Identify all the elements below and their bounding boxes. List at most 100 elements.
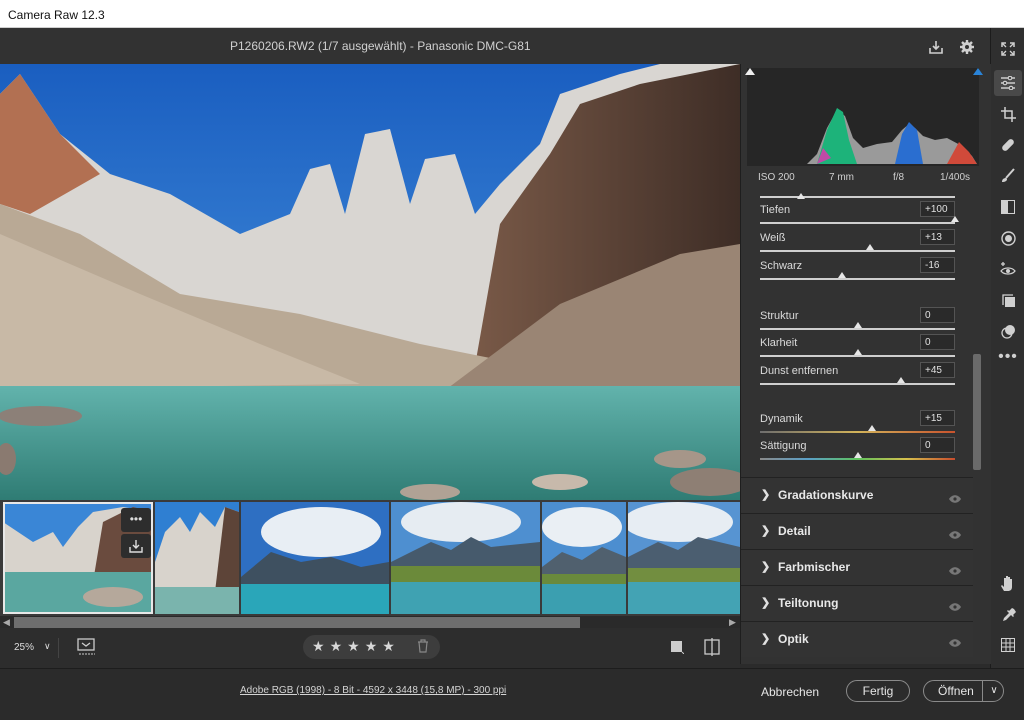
eye-icon[interactable]: [949, 490, 961, 508]
presets-icon[interactable]: [991, 318, 1024, 344]
slider-label: Tiefen: [760, 204, 791, 216]
eyedropper-icon[interactable]: [991, 601, 1024, 627]
hand-tool-icon[interactable]: [991, 570, 1024, 596]
slider-knob[interactable]: [897, 377, 906, 383]
section-gradationskurve[interactable]: ❯ Gradationskurve: [741, 477, 973, 513]
zoom-select[interactable]: 25% ∨: [8, 638, 59, 658]
grid-overlay-icon[interactable]: [991, 632, 1024, 658]
section-label: Farbmischer: [778, 560, 851, 574]
slider-value-field[interactable]: +15: [920, 410, 955, 426]
more-icon[interactable]: •••: [991, 344, 1024, 370]
slider-label: Schwarz: [760, 260, 803, 272]
slider-struktur[interactable]: Struktur 0: [760, 307, 955, 336]
graduated-filter-icon[interactable]: [991, 194, 1024, 220]
panel-scrollbar[interactable]: [973, 354, 981, 470]
delete-trash-icon[interactable]: [417, 639, 429, 658]
slider-knob[interactable]: [853, 349, 862, 355]
slider-value-field[interactable]: 0: [920, 437, 955, 453]
slider-knob[interactable]: [837, 272, 846, 278]
shadow-clipping-warning-icon[interactable]: [745, 68, 755, 75]
slider-value-field[interactable]: +13: [920, 229, 955, 245]
slider-value-field[interactable]: 0: [920, 307, 955, 323]
chevron-right-icon: ❯: [761, 561, 771, 573]
section-label: Gradationskurve: [778, 488, 874, 502]
slider-track[interactable]: [760, 355, 955, 357]
cancel-button[interactable]: Abbrechen: [761, 685, 819, 699]
slider-knob[interactable]: [951, 216, 959, 222]
thumbnail-3[interactable]: [241, 502, 389, 614]
rating-star-icon[interactable]: ★: [312, 639, 325, 653]
tool-rail: •••: [990, 28, 1024, 668]
slider-knob[interactable]: [853, 452, 862, 458]
section-detail[interactable]: ❯ Detail: [741, 513, 973, 549]
slider-dynamik[interactable]: Dynamik +15: [760, 410, 955, 439]
slider-track[interactable]: [760, 431, 955, 433]
open-button[interactable]: Öffnen ∨: [923, 680, 1004, 702]
slider-tiefen[interactable]: Tiefen +100: [760, 201, 959, 230]
slider-klarheit[interactable]: Klarheit 0: [760, 334, 955, 363]
partial-slider-knob[interactable]: [797, 193, 805, 199]
done-button[interactable]: Fertig: [846, 680, 910, 702]
main-photo-preview[interactable]: [0, 64, 740, 500]
slider-knob[interactable]: [853, 322, 862, 328]
open-dropdown-chevron-icon[interactable]: ∨: [982, 681, 1005, 701]
slider-knob[interactable]: [868, 425, 877, 431]
scroll-right-icon[interactable]: ▶: [729, 617, 736, 628]
thumbnail-4[interactable]: [391, 502, 540, 614]
slider-schwarz[interactable]: Schwarz -16: [760, 257, 955, 286]
thumbnail-2[interactable]: [155, 502, 239, 614]
section-optik[interactable]: ❯ Optik: [741, 621, 973, 657]
slider-knob[interactable]: [866, 244, 875, 250]
slider-track[interactable]: [760, 278, 955, 280]
edit-sliders-icon[interactable]: [994, 70, 1022, 96]
rating-star-icon[interactable]: ★: [330, 639, 343, 653]
slider-value-field[interactable]: -16: [920, 257, 955, 273]
fullscreen-icon[interactable]: [991, 36, 1024, 62]
red-eye-icon[interactable]: [991, 256, 1024, 282]
slider-track[interactable]: [760, 328, 955, 330]
slider-dunst-entfernen[interactable]: Dunst entfernen +45: [760, 362, 955, 391]
section-teiltonung[interactable]: ❯ Teiltonung: [741, 585, 973, 621]
compare-split-icon[interactable]: [704, 638, 720, 661]
brush-icon[interactable]: [991, 163, 1024, 189]
thumbnail-more-icon[interactable]: •••: [121, 508, 151, 532]
window-title-bar: Camera Raw 12.3: [0, 0, 1024, 28]
eye-icon[interactable]: [949, 526, 961, 544]
thumbnail-1[interactable]: •••: [3, 502, 153, 614]
eye-icon[interactable]: [949, 598, 961, 616]
crop-icon[interactable]: [991, 101, 1024, 127]
slider-track[interactable]: [760, 222, 955, 224]
highlight-clipping-warning-icon[interactable]: [973, 68, 983, 75]
snapshots-icon[interactable]: [991, 287, 1024, 313]
rating-star-icon[interactable]: ★: [365, 639, 378, 653]
radial-filter-icon[interactable]: [991, 225, 1024, 251]
bottom-toolbar: 25% ∨ ★ ★ ★ ★ ★: [0, 628, 740, 668]
histogram: [747, 68, 979, 166]
filmstrip-scrollbar[interactable]: [14, 617, 580, 628]
section-farbmischer[interactable]: ❯ Farbmischer: [741, 549, 973, 585]
focal-length: 7 mm: [829, 172, 854, 183]
slider-sättigung[interactable]: Sättigung 0: [760, 437, 955, 466]
thumbnail-5[interactable]: [542, 502, 626, 614]
slider-weiß[interactable]: Weiß +13: [760, 229, 955, 258]
rating-star-icon[interactable]: ★: [382, 639, 395, 653]
before-after-view-icon[interactable]: [670, 640, 685, 659]
thumbnail-6[interactable]: [628, 502, 740, 614]
settings-gear-icon[interactable]: [958, 38, 976, 56]
save-image-icon[interactable]: [927, 38, 945, 56]
slider-track[interactable]: [760, 250, 955, 252]
scroll-left-icon[interactable]: ◀: [3, 617, 10, 628]
healing-icon[interactable]: [991, 132, 1024, 158]
open-button-label: Öffnen: [938, 684, 974, 698]
slider-track[interactable]: [760, 383, 955, 385]
slider-value-field[interactable]: +100: [920, 201, 955, 217]
thumbnail-save-icon[interactable]: [121, 534, 151, 558]
slider-value-field[interactable]: +45: [920, 362, 955, 378]
eye-icon[interactable]: [949, 562, 961, 580]
slider-value-field[interactable]: 0: [920, 334, 955, 350]
workflow-options-link[interactable]: Adobe RGB (1998) - 8 Bit - 4592 x 3448 (…: [240, 685, 506, 696]
rating-star-icon[interactable]: ★: [347, 639, 360, 653]
eye-icon[interactable]: [949, 634, 961, 652]
slider-track[interactable]: [760, 458, 955, 460]
filmstrip-options-icon[interactable]: [77, 638, 99, 661]
